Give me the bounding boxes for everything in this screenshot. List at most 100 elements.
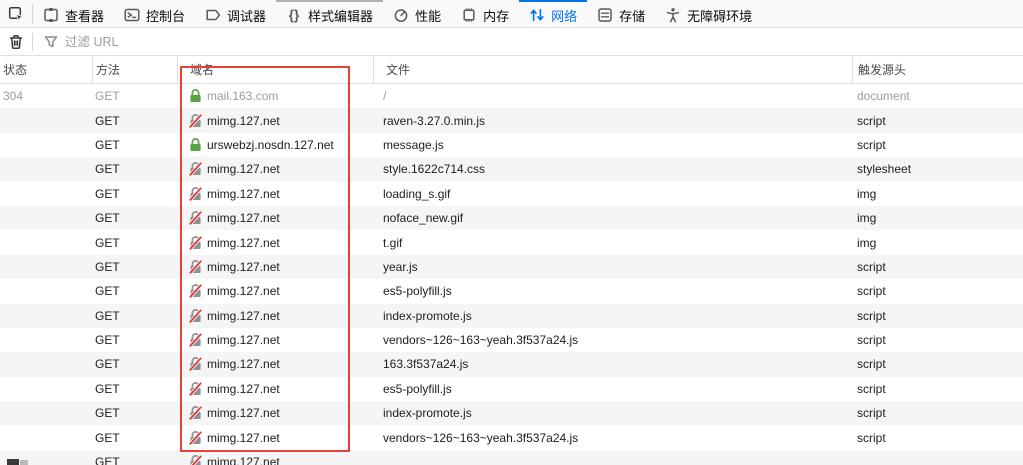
request-domain: mimg.127.net [177, 182, 373, 206]
element-picker-icon [8, 6, 24, 22]
request-status [0, 133, 92, 157]
request-cause: script [857, 308, 886, 323]
svg-text:{}: {} [289, 8, 300, 23]
request-status [0, 352, 92, 376]
request-file: message.js [383, 137, 444, 152]
request-row[interactable]: 304 GET mail.163.com / document [0, 84, 1023, 108]
request-file: 163.3f537a24.js [383, 357, 469, 372]
request-domain: mail.163.com [177, 84, 373, 108]
request-row[interactable]: GET mimg.127.net vendors~126~163~yeah.3f… [0, 425, 1023, 449]
request-cause: script [857, 430, 886, 445]
devtools-tab[interactable]: {} 样式编辑器 [276, 0, 384, 28]
tab-label: 查看器 [65, 8, 105, 24]
request-domain: mimg.127.net [177, 304, 373, 328]
column-header-file[interactable]: 文件 [373, 56, 852, 83]
tab-label: 样式编辑器 [308, 8, 374, 24]
request-domain: mimg.127.net [177, 377, 373, 401]
clipped-bottom-fragment [7, 459, 19, 465]
lock-blocked-icon [189, 284, 202, 299]
request-row[interactable]: GET mimg.127.net raven-3.27.0.min.js scr… [0, 108, 1023, 133]
request-method: GET [95, 308, 120, 323]
request-cause: script [857, 381, 886, 396]
devtools-tab[interactable]: 存储 [587, 0, 655, 28]
request-method: GET [95, 211, 120, 226]
devtools-window: 查看器 控制台 调试器 {} 样式编辑器 性能 内存 网络 存储 无障碍环境 过… [0, 0, 1023, 465]
request-cause: script [857, 137, 886, 152]
lock-blocked-icon [189, 455, 202, 465]
request-row[interactable]: GET mimg.127.net es5-polyfill.js script [0, 279, 1023, 303]
performance-icon [393, 7, 409, 23]
accessibility-icon [665, 7, 681, 23]
request-file: vendors~126~163~yeah.3f537a24.js [383, 430, 579, 445]
column-header-cause[interactable]: 触发源头 [852, 56, 1023, 83]
lock-blocked-icon [189, 308, 202, 323]
request-domain-text: mimg.127.net [207, 113, 280, 128]
request-domain-text: mimg.127.net [207, 333, 280, 348]
request-domain: mimg.127.net [177, 230, 373, 254]
request-domain-text: mimg.127.net [207, 162, 280, 177]
devtools-tab[interactable]: 性能 [383, 0, 451, 28]
storage-icon [597, 7, 613, 23]
lock-secure-icon [189, 89, 202, 103]
filter-url-input[interactable] [65, 28, 1023, 55]
request-row[interactable]: GET mimg.127.net index-promote.js script [0, 401, 1023, 426]
inspector-icon [43, 7, 59, 23]
tab-label: 网络 [551, 8, 578, 24]
request-status [0, 157, 92, 181]
request-row[interactable]: GET mimg.127.net es5-polyfill.js script [0, 377, 1023, 401]
request-file: index-promote.js [383, 308, 472, 323]
request-domain: mimg.127.net [177, 108, 373, 132]
devtools-tab[interactable]: 调试器 [195, 0, 276, 28]
tab-label: 性能 [415, 8, 442, 24]
request-method: GET [95, 259, 120, 274]
request-file: / [383, 89, 387, 104]
request-domain-text: mimg.127.net [207, 357, 280, 372]
devtools-tab[interactable]: 网络 [519, 0, 588, 28]
lock-blocked-icon [189, 113, 202, 128]
column-header-status[interactable]: 状态 [0, 56, 92, 83]
request-file: es5-polyfill.js [383, 284, 452, 299]
devtools-tab[interactable]: 控制台 [114, 0, 195, 28]
clear-requests-button[interactable] [0, 28, 32, 55]
column-header-domain[interactable]: 域名 [177, 56, 373, 83]
request-status [0, 206, 92, 230]
braces-icon: {} [286, 7, 302, 23]
request-cause: script [857, 113, 886, 128]
request-domain-text: urswebzj.nosdn.127.net [207, 137, 334, 152]
request-status [0, 279, 92, 303]
request-row[interactable]: GET mimg.127.net 163.3f537a24.js script [0, 352, 1023, 377]
request-row[interactable]: GET mimg.127.net [0, 449, 1023, 465]
request-row[interactable]: GET mimg.127.net t.gif img [0, 230, 1023, 254]
request-status: 304 [3, 89, 24, 104]
tab-label: 无障碍环境 [687, 8, 753, 24]
debugger-icon [205, 7, 221, 23]
column-header-method[interactable]: 方法 [92, 56, 177, 83]
request-domain-text: mimg.127.net [207, 430, 280, 445]
toolbar-separator [32, 32, 33, 51]
request-domain-text: mimg.127.net [207, 308, 280, 323]
request-row[interactable]: GET mimg.127.net noface_new.gif img [0, 205, 1023, 231]
request-status [0, 401, 92, 425]
request-file: raven-3.27.0.min.js [383, 113, 486, 128]
request-file: t.gif [383, 235, 403, 250]
request-file: noface_new.gif [383, 211, 464, 226]
request-row[interactable]: GET mimg.127.net vendors~126~163~yeah.3f… [0, 328, 1023, 352]
request-domain-text: mimg.127.net [207, 284, 280, 299]
console-icon [124, 7, 140, 23]
devtools-tab[interactable]: 无障碍环境 [655, 0, 762, 28]
request-row[interactable]: GET mimg.127.net loading_s.gif img [0, 182, 1023, 206]
request-row[interactable]: GET urswebzj.nosdn.127.net message.js sc… [0, 133, 1023, 157]
request-row[interactable]: GET mimg.127.net year.js script [0, 254, 1023, 280]
request-file: loading_s.gif [383, 186, 451, 201]
element-picker-button[interactable] [0, 0, 32, 27]
request-file [373, 450, 852, 465]
request-domain-text: mimg.127.net [207, 455, 280, 465]
request-method: GET [95, 162, 120, 177]
request-method: GET [95, 235, 120, 250]
devtools-tab[interactable]: 内存 [451, 0, 519, 28]
devtools-tab[interactable]: 查看器 [33, 0, 114, 28]
request-method: GET [95, 430, 120, 445]
request-row[interactable]: GET mimg.127.net style.1622c714.css styl… [0, 157, 1023, 182]
request-row[interactable]: GET mimg.127.net index-promote.js script [0, 303, 1023, 328]
tab-label: 存储 [619, 8, 646, 24]
